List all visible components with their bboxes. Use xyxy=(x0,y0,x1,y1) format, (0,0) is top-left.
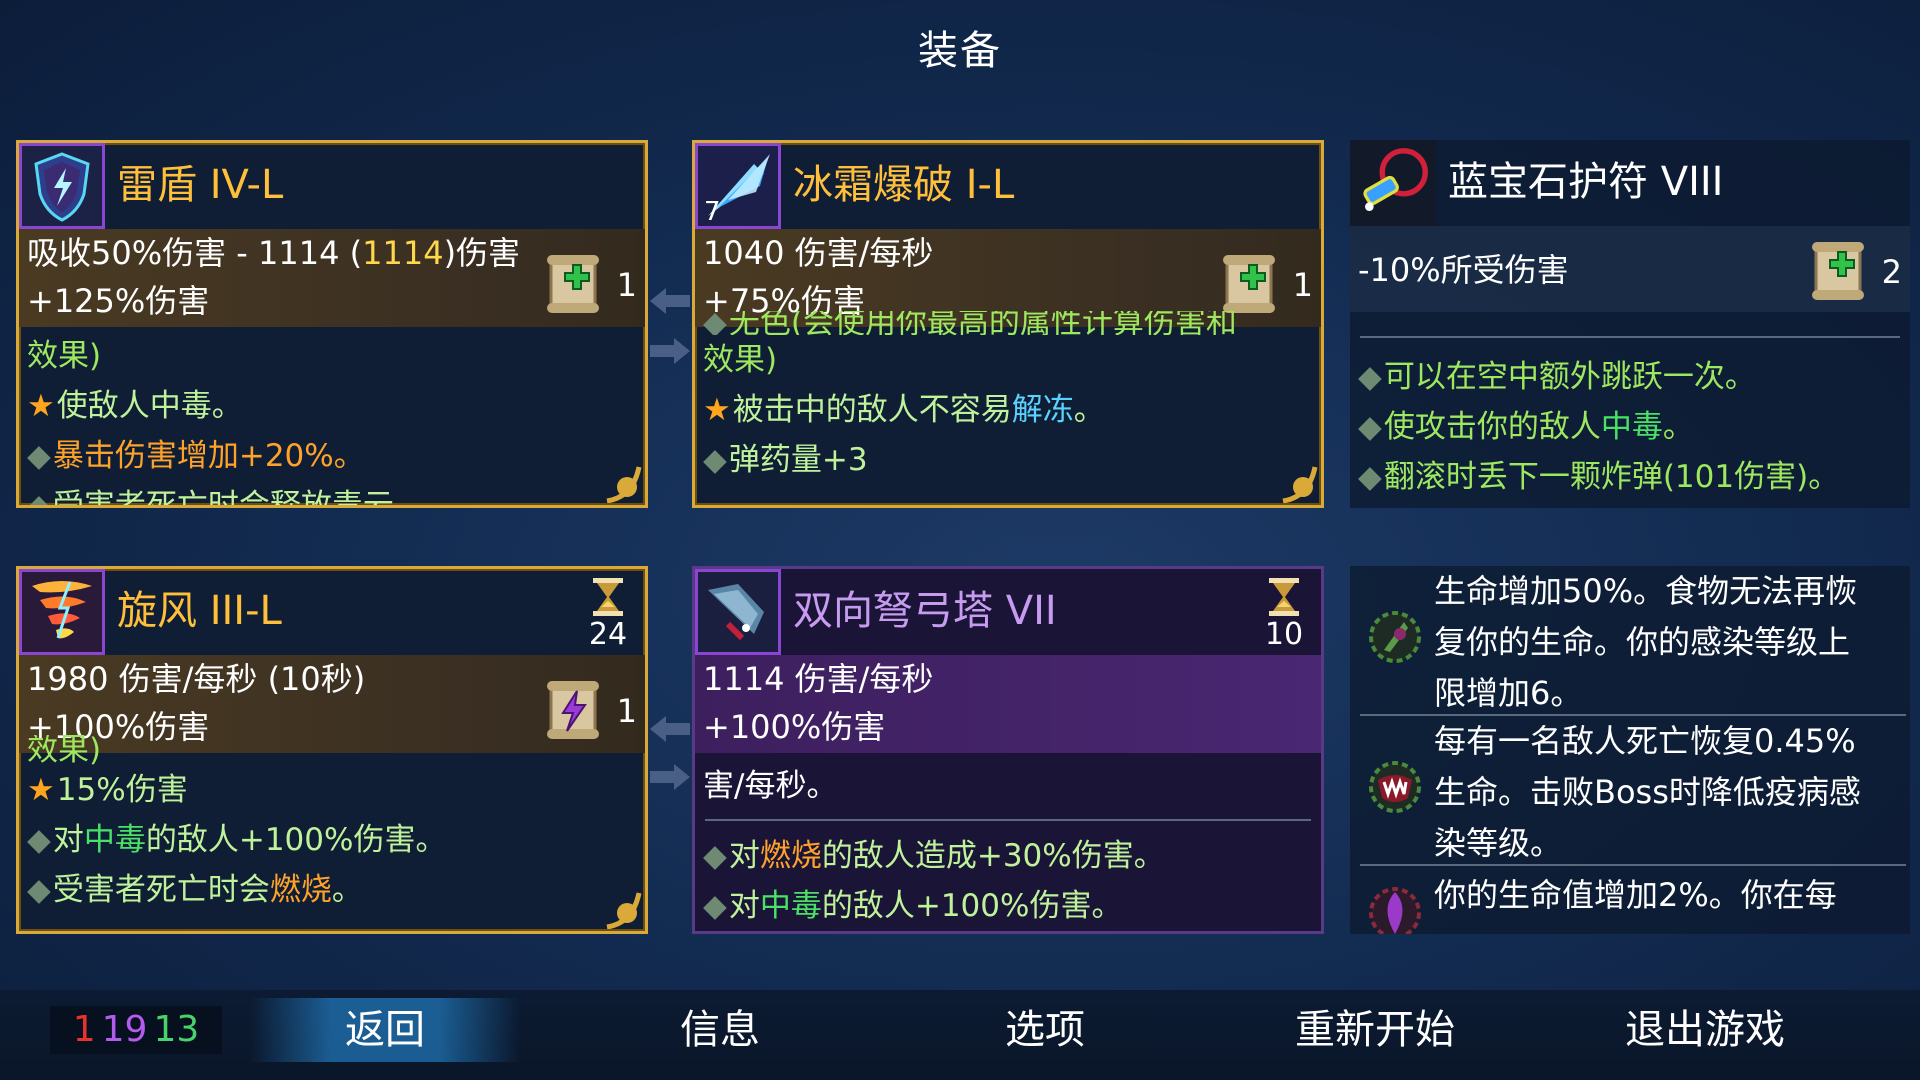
diamond-bullet-icon: ◆ xyxy=(703,838,727,874)
frost-blast-stat-dps: 1040 伤害/每秒 xyxy=(703,234,934,272)
sapphire-amulet-icon xyxy=(1350,140,1436,226)
divider xyxy=(1360,336,1900,338)
frost-blast-icon: 7 xyxy=(695,143,781,229)
diamond-bullet-icon: ◆ xyxy=(27,488,51,508)
diamond-bullet-icon: ◆ xyxy=(703,442,727,478)
diamond-bullet-icon: ◆ xyxy=(1358,409,1382,445)
sapphire-amulet-stat-resist: -10%所受伤害 xyxy=(1358,251,1569,289)
scroll-icon xyxy=(1219,251,1279,317)
diamond-bullet-icon: ◆ xyxy=(27,438,51,474)
thunder-shield-stat-absorb: 吸收50%伤害 - 1114 (1114)伤害 xyxy=(27,234,521,272)
sapphire-amulet-name: 蓝宝石护符 VIII xyxy=(1448,159,1724,205)
restart-button[interactable]: 重新开始 xyxy=(1255,998,1495,1062)
double-crossbow-effects: 害/每秒。 xyxy=(703,768,838,804)
gold-corner-ornament-icon xyxy=(1282,466,1318,503)
thunder-shield-effect-cloud: ◆受害者死亡时会释放毒云 xyxy=(27,481,637,508)
brutality-count: 1 xyxy=(72,1009,96,1050)
survival-count: 13 xyxy=(153,1009,200,1050)
mutations-panel: 生命增加50%。食物无法再恢 复你的生命。你的感染等级上 限增加6。 每有一名敌人死… xyxy=(1350,566,1910,934)
star-icon: ★ xyxy=(703,392,731,428)
mutation-row[interactable]: 每有一名敌人死亡恢复0.45% 生命。击败Boss时降低疫病感 染等级。 xyxy=(1350,716,1910,866)
double-crossbow-stat-damage: +100%伤害 xyxy=(703,708,886,746)
double-crossbow-stats: 1114 伤害/每秒 +100%伤害 xyxy=(695,655,1321,753)
diamond-bullet-icon: ◆ xyxy=(1358,359,1382,395)
back-button[interactable]: 返回 xyxy=(250,998,520,1062)
tornado-effect-poison: ◆对中毒的敌人+100%伤害。 xyxy=(27,822,447,858)
tornado-effects: 效果) ★15%伤害 ◆对中毒的敌人+100%伤害。 ◆受害者死亡时会燃烧。 xyxy=(27,735,637,915)
thunder-shield-name: 雷盾 IV-L xyxy=(117,162,284,208)
scroll-icon xyxy=(543,677,603,743)
thunder-shield-icon xyxy=(19,143,105,229)
arrow-right-icon xyxy=(648,760,692,794)
sapphire-amulet-effects: ◆可以在空中额外跳跃一次。 ◆使攻击你的敌人中毒。 ◆翻滚时丢下一颗炸弹(101… xyxy=(1358,352,1902,502)
bottom-menu-bar: 1 19 13 返回 信息 选项 重新开始 退出游戏 xyxy=(0,990,1920,1080)
hourglass-icon xyxy=(1269,578,1299,616)
thunder-shield-effects: 效果) ★使敌人中毒。 ◆暴击伤害增加+20%。 ◆受害者死亡时会释放毒云 xyxy=(27,331,637,508)
diamond-bullet-icon: ◆ xyxy=(27,822,51,858)
divider xyxy=(705,819,1311,821)
item-card-double-crossbow[interactable]: 双向弩弓塔 VII 10 1114 伤害/每秒 +100%伤害 害/每秒。 ◆对… xyxy=(692,566,1324,934)
tornado-name: 旋风 III-L xyxy=(117,588,282,634)
frost-blast-name: 冰霜爆破 I-L xyxy=(793,162,1015,208)
sapphire-amulet-effect-bomb: ◆翻滚时丢下一颗炸弹(101伤害)。 xyxy=(1358,459,1840,495)
item-card-sapphire-amulet[interactable]: 蓝宝石护符 VIII -10%所受伤害 2 ◆可以在空中额外跳跃一次。 ◆使攻击… xyxy=(1350,140,1910,508)
tornado-stat-dps: 1980 伤害/每秒 (10秒) xyxy=(27,660,366,698)
diamond-bullet-icon: ◆ xyxy=(1358,459,1382,495)
mutation-icon-infection xyxy=(1369,611,1421,663)
tornado-scroll-count: 1 xyxy=(616,692,637,730)
scroll-counters: 1 19 13 xyxy=(50,1006,222,1054)
double-crossbow-name: 双向弩弓塔 VII xyxy=(793,588,1057,634)
diamond-bullet-icon: ◆ xyxy=(27,872,51,908)
star-icon: ★ xyxy=(27,388,55,424)
double-crossbow-cooldown: 10 xyxy=(1259,577,1309,653)
double-crossbow-effect-poison: ◆对中毒的敌人+100%伤害。 xyxy=(703,888,1123,924)
frost-blast-effects: ◆无色(会使用你最高的属性计算伤害和 效果) ★被击中的敌人不容易解冻。 ◆弹药… xyxy=(703,311,1313,485)
quit-game-button[interactable]: 退出游戏 xyxy=(1585,998,1825,1062)
arrow-right-icon xyxy=(648,334,692,368)
hourglass-icon xyxy=(593,578,623,616)
tornado-icon xyxy=(19,569,105,655)
mutation-icon-fangs xyxy=(1369,761,1421,813)
sapphire-amulet-effect-poison: ◆使攻击你的敌人中毒。 xyxy=(1358,409,1694,445)
frost-blast-scroll-count: 1 xyxy=(1292,266,1313,304)
arrow-left-icon xyxy=(648,712,692,746)
frost-blast-icon-number: 7 xyxy=(704,197,721,227)
arrow-left-icon xyxy=(648,284,692,318)
star-icon: ★ xyxy=(27,772,55,808)
double-crossbow-effect-burn: ◆对燃烧的敌人造成+30%伤害。 xyxy=(703,838,1165,874)
tactics-count: 19 xyxy=(101,1009,148,1050)
item-card-frost-blast[interactable]: 7 冰霜爆破 I-L 1040 伤害/每秒 +75%伤害 1 ◆无色(会使用你最… xyxy=(692,140,1324,508)
info-button[interactable]: 信息 xyxy=(610,998,830,1062)
frost-blast-effect-ammo: ◆弹药量+3 xyxy=(703,442,868,478)
mutation-row[interactable]: 你的生命值增加2%。你在每 xyxy=(1350,866,1910,934)
gold-corner-ornament-icon xyxy=(606,466,642,503)
double-crossbow-effects-list: ◆对燃烧的敌人造成+30%伤害。 ◆对中毒的敌人+100%伤害。 xyxy=(703,831,1313,931)
options-button[interactable]: 选项 xyxy=(935,998,1155,1062)
mutation-icon-vitality xyxy=(1369,887,1421,934)
mutation-row[interactable]: 生命增加50%。食物无法再恢 复你的生命。你的感染等级上 限增加6。 xyxy=(1350,566,1910,716)
thunder-shield-effect-poison: ★使敌人中毒。 xyxy=(27,388,243,424)
item-card-tornado[interactable]: 旋风 III-L 24 1980 伤害/每秒 (10秒) +100%伤害 1 效… xyxy=(16,566,648,934)
tornado-effect-damage: ★15%伤害 xyxy=(27,772,188,808)
thunder-shield-effect-crit: ◆暴击伤害增加+20%。 xyxy=(27,438,365,474)
tornado-cooldown: 24 xyxy=(583,577,633,653)
thunder-shield-stat-damage: +125%伤害 xyxy=(27,282,210,320)
thunder-shield-scroll-count: 1 xyxy=(616,266,637,304)
tornado-effect-burn: ◆受害者死亡时会燃烧。 xyxy=(27,872,363,908)
double-crossbow-icon xyxy=(695,569,781,655)
diamond-bullet-icon: ◆ xyxy=(703,888,727,924)
gold-corner-ornament-icon xyxy=(606,892,642,929)
sapphire-amulet-effect-jump: ◆可以在空中额外跳跃一次。 xyxy=(1358,359,1756,395)
double-crossbow-stat-dps: 1114 伤害/每秒 xyxy=(703,660,934,698)
sapphire-amulet-scroll-count: 2 xyxy=(1881,253,1902,291)
scroll-icon xyxy=(1808,238,1868,304)
frost-blast-effect-freeze: ★被击中的敌人不容易解冻。 xyxy=(703,392,1105,428)
frost-blast-effect-partial: ◆无色(会使用你最高的属性计算伤害和 xyxy=(703,311,1237,335)
item-card-thunder-shield[interactable]: 雷盾 IV-L 吸收50%伤害 - 1114 (1114)伤害 +125%伤害 … xyxy=(16,140,648,508)
scroll-icon xyxy=(543,251,603,317)
equipment-title: 装备 xyxy=(918,28,1002,74)
